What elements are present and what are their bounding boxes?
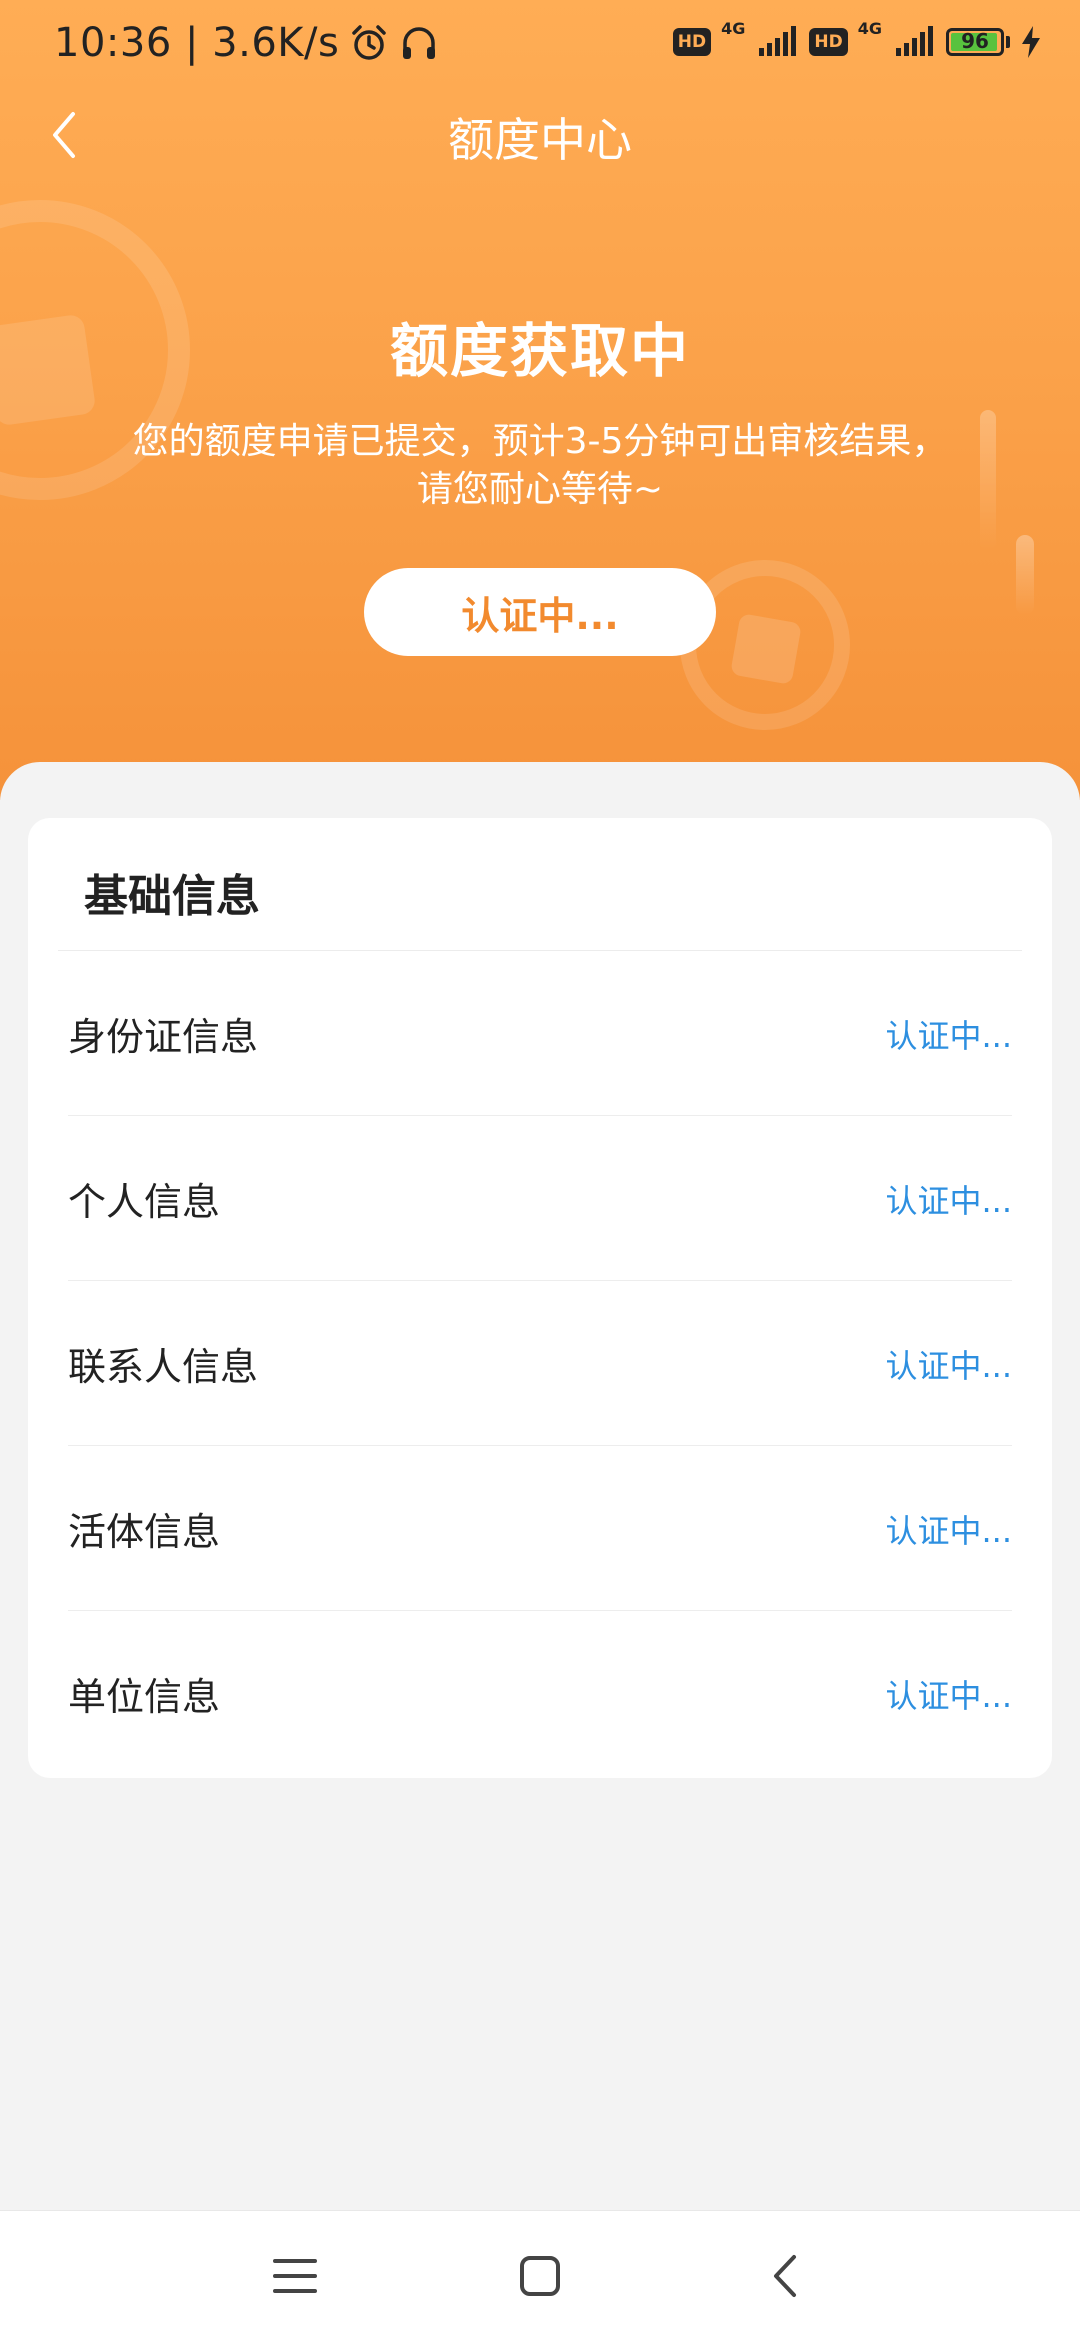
battery-cap	[1006, 36, 1010, 48]
card-title: 基础信息	[84, 871, 260, 922]
menu-icon	[273, 2259, 317, 2293]
battery-level: 96	[961, 29, 989, 53]
network-type: 4G	[721, 18, 746, 38]
status-bar: 10:36 | 3.6K/s HD 4G HD 4G 96	[0, 0, 1080, 90]
hd-badge: HD	[672, 28, 712, 56]
verifying-button[interactable]: 认证中...	[364, 568, 716, 656]
row-status: 认证中...	[885, 1016, 1012, 1055]
status-left: 10:36 | 3.6K/s	[54, 20, 439, 66]
hero-banner: 10:36 | 3.6K/s HD 4G HD 4G 96 额度中心 额度获取中…	[0, 0, 1080, 800]
system-navigation-bar	[0, 2210, 1080, 2341]
row-label: 联系人信息	[68, 1345, 259, 1389]
hero-title: 额度获取中	[389, 317, 690, 385]
info-row-id-card[interactable]: 身份证信息 认证中...	[68, 951, 1012, 1116]
home-button[interactable]	[505, 2241, 575, 2311]
signal-icon	[896, 26, 933, 56]
network-type: 4G	[857, 18, 882, 38]
status-time-speed: 10:36 | 3.6K/s	[54, 20, 340, 66]
signal-icon	[759, 26, 797, 56]
back-nav-button[interactable]	[750, 2241, 820, 2311]
charging-icon	[1022, 26, 1040, 58]
decorative-bar	[1016, 535, 1034, 615]
hd-badge: HD	[809, 28, 848, 56]
alarm-icon	[352, 25, 387, 60]
basic-info-card: 基础信息 身份证信息 认证中... 个人信息 认证中... 联系人信息 认证中.…	[28, 818, 1052, 1778]
row-status: 认证中...	[885, 1511, 1012, 1550]
headphones-icon	[403, 27, 436, 59]
chevron-left-icon	[774, 2255, 796, 2297]
row-label: 个人信息	[68, 1180, 221, 1224]
home-square-icon	[520, 2256, 560, 2296]
info-row-personal[interactable]: 个人信息 认证中...	[68, 1116, 1012, 1281]
row-label: 单位信息	[68, 1675, 221, 1719]
row-status: 认证中...	[885, 1346, 1012, 1385]
hero-description: 您的额度申请已提交，预计3-5分钟可出审核结果，请您耐心等待~	[132, 421, 948, 510]
row-status: 认证中...	[885, 1676, 1012, 1715]
info-row-liveness[interactable]: 活体信息 认证中...	[68, 1446, 1012, 1611]
decorative-bar	[980, 410, 996, 550]
info-row-employer[interactable]: 单位信息 认证中...	[68, 1611, 1012, 1776]
info-row-contacts[interactable]: 联系人信息 认证中...	[68, 1281, 1012, 1446]
row-label: 身份证信息	[68, 1015, 259, 1059]
decorative-square	[730, 613, 802, 685]
status-right: HD 4G HD 4G 96	[672, 19, 1042, 58]
row-status: 认证中...	[885, 1181, 1012, 1220]
row-label: 活体信息	[68, 1510, 221, 1554]
battery-icon: 96	[946, 28, 1004, 56]
menu-button[interactable]	[260, 2241, 330, 2311]
page-title: 额度中心	[448, 113, 632, 167]
